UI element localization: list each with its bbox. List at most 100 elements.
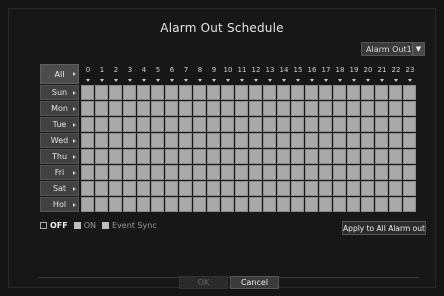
- schedule-cell[interactable]: [291, 149, 304, 164]
- schedule-cell[interactable]: [361, 165, 374, 180]
- schedule-cell[interactable]: [109, 181, 122, 196]
- schedule-cell[interactable]: [403, 197, 416, 212]
- schedule-cell[interactable]: [109, 85, 122, 100]
- hour-header-6[interactable]: 6: [165, 64, 179, 84]
- schedule-cell[interactable]: [221, 181, 234, 196]
- schedule-cell[interactable]: [375, 197, 388, 212]
- schedule-cell[interactable]: [305, 149, 318, 164]
- schedule-cell[interactable]: [235, 117, 248, 132]
- schedule-cell[interactable]: [207, 197, 220, 212]
- schedule-cell[interactable]: [221, 85, 234, 100]
- schedule-cell[interactable]: [389, 85, 402, 100]
- schedule-cell[interactable]: [263, 197, 276, 212]
- day-button-sun[interactable]: Sun: [40, 85, 79, 100]
- schedule-cell[interactable]: [403, 133, 416, 148]
- schedule-cell[interactable]: [291, 85, 304, 100]
- schedule-cell[interactable]: [375, 85, 388, 100]
- schedule-cell[interactable]: [207, 165, 220, 180]
- schedule-cell[interactable]: [109, 165, 122, 180]
- schedule-cell[interactable]: [165, 149, 178, 164]
- schedule-cell[interactable]: [291, 181, 304, 196]
- schedule-cell[interactable]: [361, 133, 374, 148]
- schedule-cell[interactable]: [333, 149, 346, 164]
- schedule-cell[interactable]: [361, 85, 374, 100]
- hour-header-18[interactable]: 18: [333, 64, 347, 84]
- schedule-cell[interactable]: [277, 133, 290, 148]
- schedule-cell[interactable]: [123, 133, 136, 148]
- schedule-cell[interactable]: [361, 181, 374, 196]
- schedule-cell[interactable]: [375, 181, 388, 196]
- schedule-cell[interactable]: [95, 165, 108, 180]
- schedule-cell[interactable]: [207, 133, 220, 148]
- hour-header-14[interactable]: 14: [277, 64, 291, 84]
- hour-header-10[interactable]: 10: [221, 64, 235, 84]
- schedule-cell[interactable]: [165, 165, 178, 180]
- schedule-cell[interactable]: [403, 85, 416, 100]
- schedule-cell[interactable]: [193, 117, 206, 132]
- schedule-cell[interactable]: [361, 197, 374, 212]
- schedule-cell[interactable]: [165, 197, 178, 212]
- schedule-cell[interactable]: [249, 197, 262, 212]
- schedule-cell[interactable]: [305, 85, 318, 100]
- hour-header-19[interactable]: 19: [347, 64, 361, 84]
- schedule-cell[interactable]: [375, 117, 388, 132]
- hour-header-11[interactable]: 11: [235, 64, 249, 84]
- schedule-cell[interactable]: [375, 101, 388, 116]
- schedule-cell[interactable]: [375, 165, 388, 180]
- schedule-cell[interactable]: [403, 101, 416, 116]
- schedule-cell[interactable]: [389, 165, 402, 180]
- schedule-cell[interactable]: [277, 101, 290, 116]
- schedule-cell[interactable]: [277, 165, 290, 180]
- schedule-cell[interactable]: [109, 117, 122, 132]
- hour-header-3[interactable]: 3: [123, 64, 137, 84]
- schedule-cell[interactable]: [179, 117, 192, 132]
- hour-header-15[interactable]: 15: [291, 64, 305, 84]
- schedule-cell[interactable]: [137, 85, 150, 100]
- schedule-cell[interactable]: [235, 85, 248, 100]
- schedule-cell[interactable]: [95, 133, 108, 148]
- hour-header-22[interactable]: 22: [389, 64, 403, 84]
- schedule-cell[interactable]: [221, 165, 234, 180]
- all-button[interactable]: All: [40, 64, 79, 84]
- schedule-cell[interactable]: [221, 149, 234, 164]
- schedule-cell[interactable]: [333, 85, 346, 100]
- schedule-cell[interactable]: [277, 149, 290, 164]
- schedule-cell[interactable]: [81, 197, 94, 212]
- schedule-cell[interactable]: [137, 165, 150, 180]
- schedule-cell[interactable]: [403, 117, 416, 132]
- schedule-cell[interactable]: [109, 197, 122, 212]
- schedule-cell[interactable]: [277, 197, 290, 212]
- hour-header-17[interactable]: 17: [319, 64, 333, 84]
- schedule-cell[interactable]: [319, 165, 332, 180]
- schedule-cell[interactable]: [389, 149, 402, 164]
- schedule-cell[interactable]: [389, 101, 402, 116]
- schedule-cell[interactable]: [403, 165, 416, 180]
- schedule-cell[interactable]: [347, 181, 360, 196]
- schedule-cell[interactable]: [249, 117, 262, 132]
- hour-header-21[interactable]: 21: [375, 64, 389, 84]
- hour-header-23[interactable]: 23: [403, 64, 417, 84]
- schedule-cell[interactable]: [123, 197, 136, 212]
- schedule-cell[interactable]: [81, 101, 94, 116]
- day-button-hol[interactable]: Hol: [40, 197, 79, 212]
- schedule-cell[interactable]: [347, 165, 360, 180]
- schedule-cell[interactable]: [305, 133, 318, 148]
- schedule-cell[interactable]: [165, 181, 178, 196]
- schedule-cell[interactable]: [179, 133, 192, 148]
- schedule-cell[interactable]: [389, 117, 402, 132]
- schedule-cell[interactable]: [389, 197, 402, 212]
- schedule-cell[interactable]: [151, 101, 164, 116]
- schedule-cell[interactable]: [81, 85, 94, 100]
- hour-header-1[interactable]: 1: [95, 64, 109, 84]
- schedule-cell[interactable]: [165, 101, 178, 116]
- schedule-cell[interactable]: [151, 165, 164, 180]
- schedule-cell[interactable]: [305, 181, 318, 196]
- schedule-cell[interactable]: [151, 181, 164, 196]
- schedule-cell[interactable]: [207, 181, 220, 196]
- schedule-cell[interactable]: [277, 181, 290, 196]
- schedule-cell[interactable]: [193, 133, 206, 148]
- schedule-cell[interactable]: [207, 117, 220, 132]
- schedule-cell[interactable]: [291, 133, 304, 148]
- schedule-cell[interactable]: [123, 117, 136, 132]
- schedule-cell[interactable]: [249, 133, 262, 148]
